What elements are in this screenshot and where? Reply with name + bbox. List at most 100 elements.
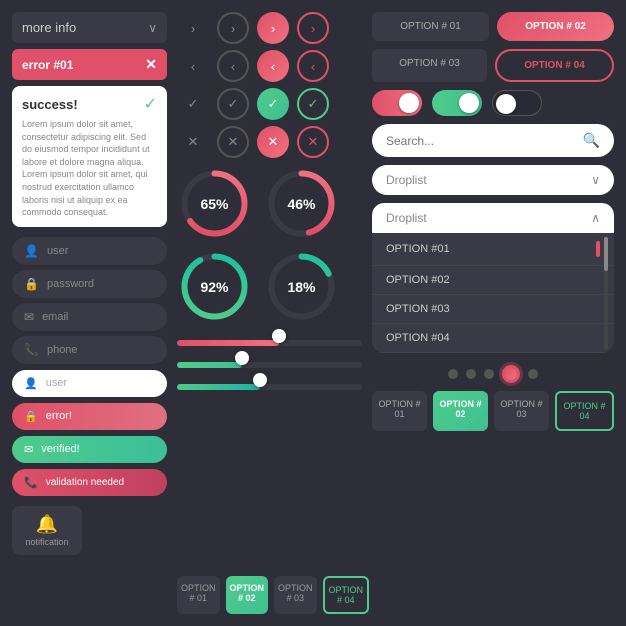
lock-error-icon: 🔒 bbox=[24, 410, 38, 423]
bot-tab-3[interactable]: OPTION # 03 bbox=[494, 391, 549, 431]
progress-92-label: 92% bbox=[200, 279, 228, 295]
dropdown-button[interactable]: more info ∨ bbox=[12, 12, 167, 43]
droplist-open-header[interactable]: Droplist ∧ bbox=[372, 203, 614, 233]
droplist-item-indicator bbox=[596, 241, 600, 257]
notification-label: notification bbox=[25, 537, 68, 547]
droplist-item-4[interactable]: OPTION #04 bbox=[372, 324, 614, 353]
radio-dot-3[interactable] bbox=[484, 369, 494, 379]
search-bar[interactable]: 🔍 bbox=[372, 124, 614, 157]
progress-circle-46: 46% bbox=[264, 166, 339, 241]
verified-input[interactable]: ✉ verified! bbox=[12, 436, 167, 463]
x-red-btn[interactable]: ✕ bbox=[257, 126, 289, 158]
chevron-left-pink-outline-btn[interactable]: ‹ bbox=[297, 50, 329, 82]
search-input[interactable] bbox=[386, 134, 583, 148]
check-outline-btn[interactable]: ✓ bbox=[217, 88, 249, 120]
mid-tab-3[interactable]: OPTION # 03 bbox=[274, 576, 317, 614]
close-icon[interactable]: ✕ bbox=[145, 56, 157, 73]
chevron-left-pink-btn[interactable]: ‹ bbox=[257, 50, 289, 82]
search-icon[interactable]: 🔍 bbox=[583, 132, 600, 149]
user-input-white[interactable]: 👤 user bbox=[12, 370, 167, 397]
password-label: password bbox=[47, 278, 94, 290]
droplist-closed[interactable]: Droplist ∨ bbox=[372, 165, 614, 195]
user-icon: 👤 bbox=[24, 244, 39, 258]
toggle-green-knob bbox=[459, 93, 479, 113]
radio-dot-1[interactable] bbox=[448, 369, 458, 379]
bot-tab-1[interactable]: OPTION # 01 bbox=[372, 391, 427, 431]
validation-input[interactable]: 📞 validation needed bbox=[12, 469, 167, 496]
success-card: success! ✓ Lorem ipsum dolor sit amet, c… bbox=[12, 86, 167, 227]
progress-46-label: 46% bbox=[287, 196, 315, 212]
success-text: Lorem ipsum dolor sit amet, consectetur … bbox=[22, 118, 157, 219]
middle-bottom-tabs: OPTION # 01 OPTION # 02 OPTION # 03 OPTI… bbox=[177, 576, 362, 614]
progress-circle-18: 18% bbox=[264, 249, 339, 324]
option-2-btn[interactable]: OPTION # 02 bbox=[497, 12, 614, 41]
droplist-open-label: Droplist bbox=[386, 211, 427, 225]
bot-tab-4[interactable]: OPTION # 04 bbox=[555, 391, 614, 431]
toggle-dark-knob bbox=[496, 94, 516, 114]
validation-label: validation needed bbox=[46, 477, 124, 488]
bot-tab-2[interactable]: OPTION # 02 bbox=[433, 391, 488, 431]
lock-icon: 🔒 bbox=[24, 277, 39, 291]
x-outline-btn[interactable]: ✕ bbox=[217, 126, 249, 158]
progress-circle-65: 65% bbox=[177, 166, 252, 241]
phone-label: phone bbox=[47, 344, 78, 356]
phone-icon: 📞 bbox=[24, 343, 39, 357]
chevron-left-flat-btn[interactable]: ‹ bbox=[177, 50, 209, 82]
error-bar: error #01 ✕ bbox=[12, 49, 167, 80]
chevron-right-flat-btn[interactable]: › bbox=[177, 12, 209, 44]
droplist-open: Droplist ∧ OPTION #01 OPTION #02 OPTION … bbox=[372, 203, 614, 353]
droplist-chevron-down-icon: ∨ bbox=[591, 173, 600, 187]
droplist-label: Droplist bbox=[386, 173, 427, 187]
option-4-btn[interactable]: OPTION # 04 bbox=[495, 49, 614, 82]
email-label: email bbox=[42, 311, 68, 323]
user-label: user bbox=[47, 245, 68, 257]
droplist-item-3[interactable]: OPTION #03 bbox=[372, 295, 614, 324]
verified-label: verified! bbox=[41, 443, 80, 455]
icon-button-grid: › › › › ‹ ‹ ‹ ‹ ✓ ✓ ✓ ✓ ✕ ✕ ✕ ✕ bbox=[177, 12, 362, 158]
phone-input-dark[interactable]: 📞 phone bbox=[12, 336, 167, 364]
progress-row-1: 65% 46% bbox=[177, 166, 362, 241]
progress-row-2: 92% 18% bbox=[177, 249, 362, 324]
droplist-item-1-label: OPTION #01 bbox=[386, 243, 450, 255]
user-icon-2: 👤 bbox=[24, 377, 38, 390]
progress-18-label: 18% bbox=[287, 279, 315, 295]
dropdown-label: more info bbox=[22, 20, 76, 35]
x-flat-btn[interactable]: ✕ bbox=[177, 126, 209, 158]
chevron-left-outline-btn[interactable]: ‹ bbox=[217, 50, 249, 82]
toggle-row bbox=[372, 90, 614, 116]
email-icon: ✉ bbox=[24, 310, 34, 324]
toggle-dark[interactable] bbox=[492, 90, 542, 116]
check-flat-btn[interactable]: ✓ bbox=[177, 88, 209, 120]
droplist-item-1[interactable]: OPTION #01 bbox=[372, 233, 614, 266]
password-input-dark[interactable]: 🔒 password bbox=[12, 270, 167, 298]
radio-dot-2[interactable] bbox=[466, 369, 476, 379]
x-red-outline-btn[interactable]: ✕ bbox=[297, 126, 329, 158]
mid-tab-4[interactable]: OPTION # 04 bbox=[323, 576, 370, 614]
right-bottom-tabs: OPTION # 01 OPTION # 02 OPTION # 03 OPTI… bbox=[372, 391, 614, 431]
radio-dot-active[interactable] bbox=[502, 365, 520, 383]
email-input-dark[interactable]: ✉ email bbox=[12, 303, 167, 331]
chevron-right-pink-btn[interactable]: › bbox=[257, 12, 289, 44]
error-input-label: error! bbox=[46, 410, 72, 422]
error-input[interactable]: 🔒 error! bbox=[12, 403, 167, 430]
toggle-green[interactable] bbox=[432, 90, 482, 116]
mid-tab-1[interactable]: OPTION # 01 bbox=[177, 576, 220, 614]
email-verified-icon: ✉ bbox=[24, 443, 33, 456]
phone-warn-icon: 📞 bbox=[24, 476, 38, 489]
toggle-pink[interactable] bbox=[372, 90, 422, 116]
check-green-outline-btn[interactable]: ✓ bbox=[297, 88, 329, 120]
option-3-btn[interactable]: OPTION # 03 bbox=[372, 49, 487, 82]
user-input-dark[interactable]: 👤 user bbox=[12, 237, 167, 265]
droplist-item-2[interactable]: OPTION #02 bbox=[372, 266, 614, 295]
error-label: error #01 bbox=[22, 58, 73, 72]
option-1-btn[interactable]: OPTION # 01 bbox=[372, 12, 489, 41]
chevron-right-outline-btn[interactable]: › bbox=[217, 12, 249, 44]
check-green-btn[interactable]: ✓ bbox=[257, 88, 289, 120]
toggle-pink-knob bbox=[399, 93, 419, 113]
notification-button[interactable]: 🔔 notification bbox=[12, 506, 82, 555]
mid-tab-2[interactable]: OPTION # 02 bbox=[226, 576, 269, 614]
bell-icon: 🔔 bbox=[36, 514, 58, 535]
droplist-item-4-label: OPTION #04 bbox=[386, 332, 450, 344]
radio-dot-4[interactable] bbox=[528, 369, 538, 379]
chevron-right-pink-outline-btn[interactable]: › bbox=[297, 12, 329, 44]
